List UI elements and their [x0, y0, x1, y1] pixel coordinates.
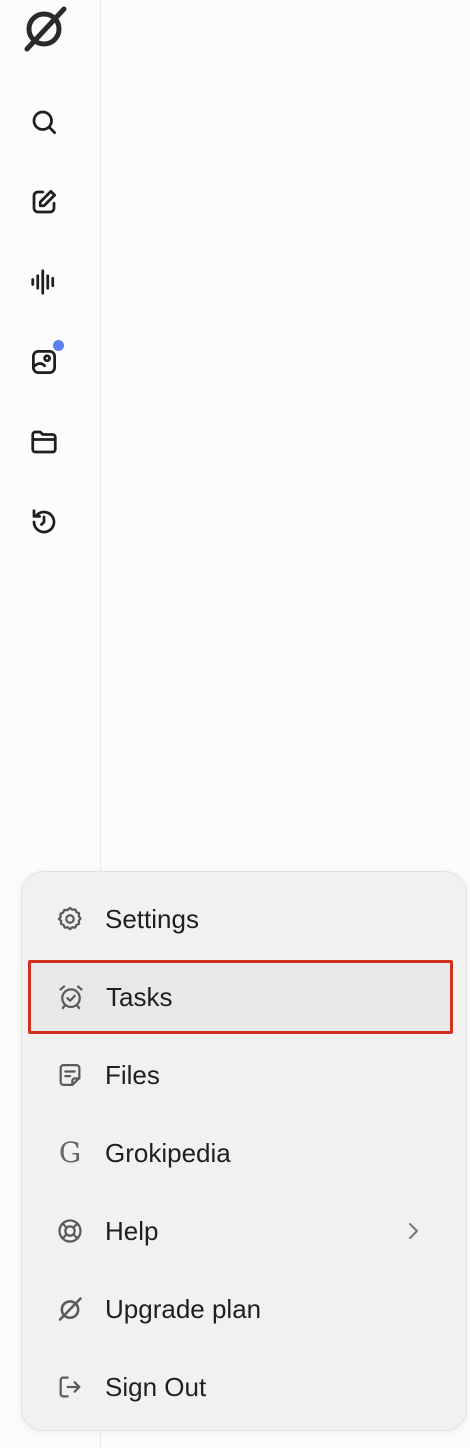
menu-item-label: Files	[105, 1059, 160, 1090]
menu-item-upgrade-plan[interactable]: Upgrade plan	[30, 1275, 452, 1343]
menu-item-label: Upgrade plan	[105, 1293, 262, 1324]
projects-button[interactable]	[22, 420, 66, 464]
imagine-button[interactable]	[22, 340, 66, 384]
search-icon	[32, 110, 56, 134]
gear-icon	[55, 904, 85, 934]
menu-item-sign-out[interactable]: Sign Out	[30, 1353, 452, 1421]
sign-out-icon	[55, 1372, 85, 1402]
menu-item-label: Sign Out	[105, 1371, 207, 1402]
menu-item-label: Tasks	[106, 981, 173, 1012]
notification-badge	[53, 340, 64, 351]
grok-logo[interactable]	[16, 2, 72, 54]
chevron-right-icon	[409, 1223, 418, 1239]
menu-item-files[interactable]: Files	[30, 1041, 452, 1109]
account-menu: Settings Tasks Files G Grokipedia Help U…	[21, 871, 467, 1431]
history-icon	[32, 509, 56, 534]
history-button[interactable]	[22, 500, 66, 544]
projects-folder-icon	[31, 430, 57, 454]
voice-icon	[31, 269, 55, 295]
search-button[interactable]	[22, 100, 66, 144]
menu-item-grokipedia[interactable]: G Grokipedia	[30, 1119, 452, 1187]
new-chat-icon	[32, 190, 56, 214]
voice-button[interactable]	[22, 260, 66, 304]
grok-logo-icon	[55, 1294, 85, 1324]
menu-item-label: Grokipedia	[105, 1137, 231, 1168]
menu-item-settings[interactable]: Settings	[30, 885, 452, 953]
menu-item-help[interactable]: Help	[30, 1197, 452, 1265]
grok-logo-icon	[24, 6, 67, 52]
new-chat-button[interactable]	[22, 180, 66, 224]
grokipedia-g-icon: G	[58, 1136, 82, 1169]
lifebuoy-icon	[55, 1216, 85, 1246]
file-icon	[55, 1060, 85, 1090]
menu-item-label: Help	[105, 1215, 159, 1246]
menu-item-tasks[interactable]: Tasks	[28, 960, 453, 1034]
alarm-clock-icon	[56, 982, 86, 1012]
imagine-icon	[32, 350, 56, 374]
menu-item-label: Settings	[105, 903, 199, 934]
